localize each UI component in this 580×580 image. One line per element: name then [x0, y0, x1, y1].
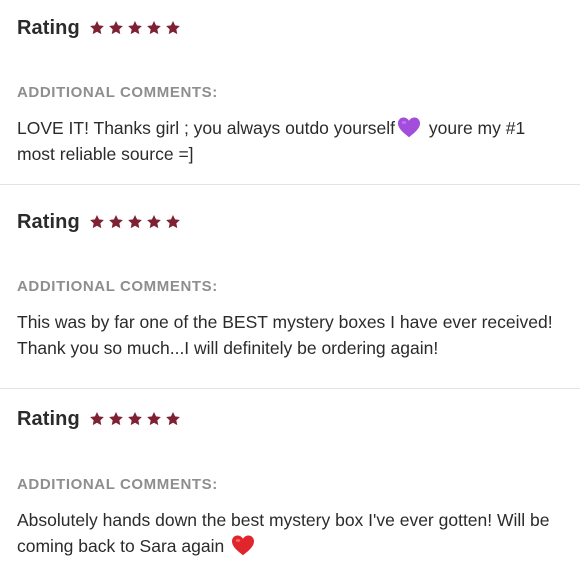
review-card: Rating ADDITIONAL COMMENTS: Absolutely h… [0, 390, 580, 580]
purple-heart-icon [397, 116, 421, 138]
star-rating [89, 214, 181, 230]
star-icon [127, 411, 143, 427]
star-icon [146, 214, 162, 230]
review-card: Rating ADDITIONAL COMMENTS: This was by … [0, 186, 580, 389]
star-icon [165, 20, 181, 36]
star-icon [146, 20, 162, 36]
star-icon [89, 411, 105, 427]
rating-label: Rating [17, 16, 80, 39]
star-icon [165, 411, 181, 427]
star-icon [89, 214, 105, 230]
star-icon [108, 214, 124, 230]
additional-comments-label: ADDITIONAL COMMENTS: [17, 84, 218, 101]
star-icon [89, 20, 105, 36]
rating-row: Rating [17, 207, 181, 237]
rating-row: Rating [17, 404, 181, 434]
review-comment: Absolutely hands down the best mystery b… [17, 507, 565, 559]
star-icon [127, 20, 143, 36]
red-heart-icon [231, 534, 255, 556]
rating-row: Rating [17, 13, 181, 43]
additional-comments-label: ADDITIONAL COMMENTS: [17, 278, 218, 295]
star-icon [108, 20, 124, 36]
rating-label: Rating [17, 210, 80, 233]
additional-comments-label: ADDITIONAL COMMENTS: [17, 476, 218, 493]
comment-text-part: Absolutely hands down the best mystery b… [17, 510, 550, 556]
star-icon [165, 214, 181, 230]
review-comment: This was by far one of the BEST mystery … [17, 312, 553, 358]
star-rating [89, 411, 181, 427]
star-icon [108, 411, 124, 427]
review-comment: LOVE IT! Thanks girl ; you always outdo … [17, 115, 565, 167]
review-card: Rating ADDITIONAL COMMENTS: LOVE IT! Tha… [0, 0, 580, 185]
star-icon [146, 411, 162, 427]
star-rating [89, 20, 181, 36]
rating-label: Rating [17, 407, 80, 430]
star-icon [127, 214, 143, 230]
comment-text-part: LOVE IT! Thanks girl ; you always outdo … [17, 118, 396, 138]
